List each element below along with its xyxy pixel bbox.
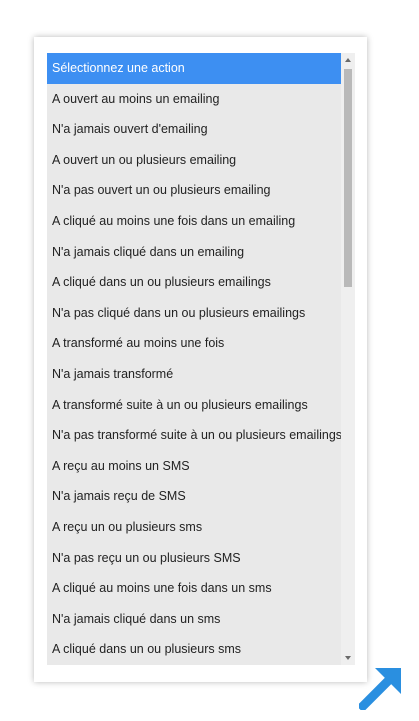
option-item[interactable]: N'a pas transformé suite à un ou plusieu… [47, 420, 342, 451]
option-item[interactable]: N'a pas reçu un ou plusieurs SMS [47, 543, 341, 574]
option-item[interactable]: A cliqué au moins une fois dans un email… [47, 206, 341, 237]
option-item[interactable]: A cliqué dans un ou plusieurs emailings [47, 267, 341, 298]
page: Sélectionnez une action A ouvert au moins… [0, 0, 419, 721]
scroll-down-button[interactable] [341, 651, 355, 665]
option-item[interactable]: A cliqué dans un ou plusieurs sms [47, 634, 341, 665]
scroll-up-button[interactable] [341, 53, 355, 67]
option-selected[interactable]: Sélectionnez une action [47, 53, 341, 84]
option-item[interactable]: A cliqué au moins une fois dans un sms [47, 573, 341, 604]
vertical-scrollbar[interactable] [341, 53, 355, 665]
option-item[interactable]: N'a jamais cliqué dans un emailing [47, 237, 341, 268]
option-item[interactable]: A transformé au moins une fois [47, 328, 341, 359]
option-item[interactable]: A reçu au moins un SMS [47, 451, 341, 482]
triangle-up-icon [345, 58, 351, 62]
scroll-thumb[interactable] [344, 69, 352, 287]
option-item[interactable]: N'a pas cliqué dans un ou plusieurs emai… [47, 298, 341, 329]
option-item[interactable]: N'a jamais transformé [47, 359, 341, 390]
option-item[interactable]: N'a jamais cliqué dans un sms [47, 604, 341, 635]
dropdown-panel: Sélectionnez une action A ouvert au moins… [34, 37, 367, 682]
diagonal-arrow-icon[interactable] [359, 660, 409, 710]
option-item[interactable]: A transformé suite à un ou plusieurs ema… [47, 390, 341, 421]
action-select-listbox[interactable]: Sélectionnez une action A ouvert au moins… [47, 53, 355, 665]
options-list: Sélectionnez une action A ouvert au moins… [47, 53, 342, 665]
option-item[interactable]: N'a jamais reçu de SMS [47, 481, 341, 512]
triangle-down-icon [345, 656, 351, 660]
option-item[interactable]: A ouvert au moins un emailing [47, 84, 341, 115]
option-item[interactable]: N'a pas ouvert un ou plusieurs emailing [47, 175, 341, 206]
option-item[interactable]: A ouvert un ou plusieurs emailing [47, 145, 341, 176]
option-item[interactable]: A reçu un ou plusieurs sms [47, 512, 341, 543]
option-item[interactable]: N'a jamais ouvert d'emailing [47, 114, 341, 145]
